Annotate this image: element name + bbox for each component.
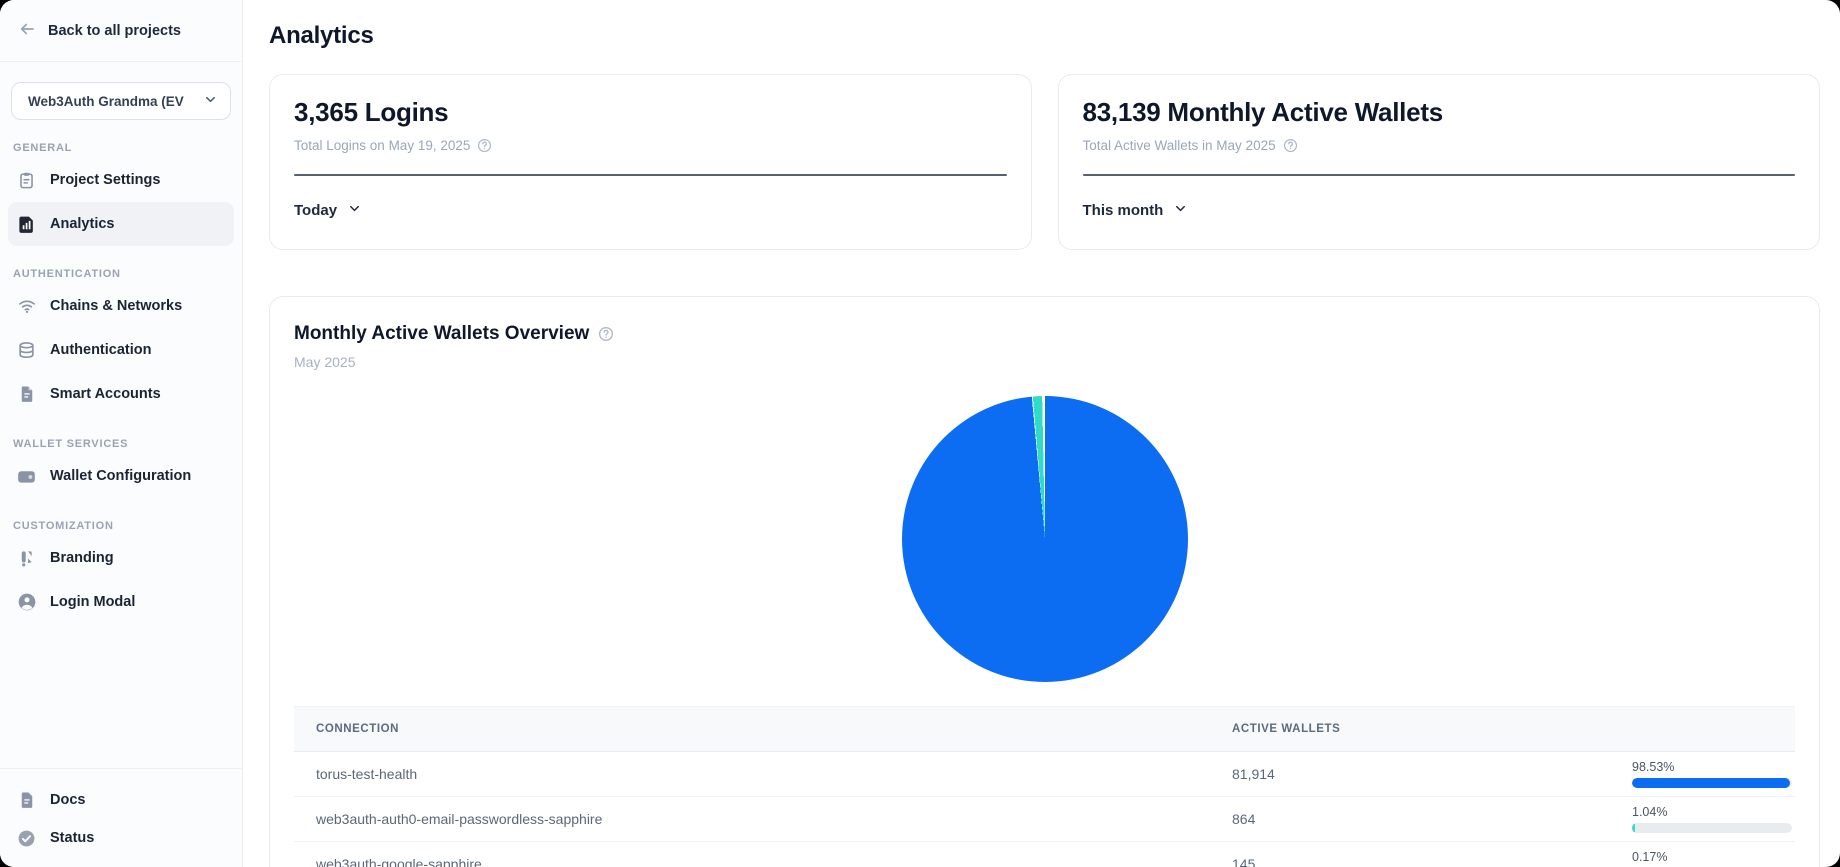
percent-cell: 0.17% — [1610, 850, 1795, 867]
table-row[interactable]: web3auth-google-sapphire 145 0.17% — [294, 842, 1795, 867]
logins-range-value: Today — [294, 202, 337, 219]
logins-stat-subtitle: Total Logins on May 19, 2025 — [294, 138, 470, 153]
sidebar-item-label: Project Settings — [50, 172, 160, 188]
sidebar-item-wallet-configuration[interactable]: Wallet Configuration — [8, 454, 234, 498]
app-window: Back to all projects Web3Auth Grandma (E… — [0, 0, 1840, 867]
overview-card: Monthly Active Wallets Overview May 2025… — [269, 296, 1820, 867]
active-wallets-pie-chart[interactable] — [902, 396, 1188, 682]
table-row[interactable]: web3auth-auth0-email-passwordless-sapphi… — [294, 797, 1795, 842]
project-selector[interactable]: Web3Auth Grandma (EV — [11, 82, 231, 120]
check-circle-icon — [16, 828, 37, 849]
help-icon[interactable] — [477, 138, 492, 153]
logins-range-dropdown[interactable]: Today — [294, 201, 1007, 220]
percent-cell: 1.04% — [1610, 805, 1795, 833]
progress-bar — [1632, 823, 1792, 833]
percent-cell: 98.53% — [1610, 760, 1795, 788]
wallets-cell: 81,914 — [1210, 766, 1610, 782]
column-header-active-wallets: ACTIVE WALLETS — [1210, 723, 1610, 735]
user-circle-icon — [16, 592, 37, 613]
section-label-general: GENERAL — [0, 142, 242, 154]
active-wallets-range-dropdown[interactable]: This month — [1083, 201, 1796, 220]
help-icon[interactable] — [1283, 138, 1298, 153]
progress-bar — [1632, 778, 1792, 788]
sidebar-item-label: Branding — [50, 550, 114, 566]
sidebar-item-smart-accounts[interactable]: Smart Accounts — [8, 372, 234, 416]
active-wallets-range-value: This month — [1083, 202, 1164, 219]
sidebar-item-branding[interactable]: Branding — [8, 536, 234, 580]
sidebar-item-authentication[interactable]: Authentication — [8, 328, 234, 372]
sidebar-item-label: Docs — [50, 792, 85, 808]
database-icon — [16, 340, 37, 361]
overview-subtitle: May 2025 — [294, 354, 1795, 370]
column-header-connection: CONNECTION — [294, 723, 1210, 735]
logins-stat-value: 3,365 Logins — [294, 97, 1007, 128]
arrow-left-icon — [18, 20, 36, 42]
overview-title: Monthly Active Wallets Overview — [294, 323, 589, 345]
table-row[interactable]: torus-test-health 81,914 98.53% — [294, 752, 1795, 797]
section-label-authentication: AUTHENTICATION — [0, 268, 242, 280]
connections-table: CONNECTION ACTIVE WALLETS torus-test-hea… — [294, 706, 1795, 867]
sparkline-baseline — [1083, 174, 1796, 176]
active-wallets-stat-value: 83,139 Monthly Active Wallets — [1083, 97, 1796, 128]
chevron-down-icon — [203, 92, 218, 110]
project-selector-value: Web3Auth Grandma (EV — [28, 94, 184, 109]
sidebar-item-label: Login Modal — [50, 594, 135, 610]
back-to-projects-link[interactable]: Back to all projects — [0, 0, 242, 62]
bar-chart-icon — [16, 214, 37, 235]
chevron-down-icon — [347, 201, 362, 220]
percent-label: 98.53% — [1632, 760, 1785, 774]
active-wallets-stat-card: 83,139 Monthly Active Wallets Total Acti… — [1058, 74, 1821, 250]
help-icon[interactable] — [598, 326, 614, 342]
page-title: Analytics — [269, 22, 1820, 50]
main-content: Analytics 3,365 Logins Total Logins on M… — [243, 0, 1840, 867]
logins-stat-card: 3,365 Logins Total Logins on May 19, 202… — [269, 74, 1032, 250]
clipboard-icon — [16, 170, 37, 191]
stats-row: 3,365 Logins Total Logins on May 19, 202… — [269, 74, 1820, 250]
sidebar-item-status[interactable]: Status — [8, 819, 234, 857]
sparkline-baseline — [294, 174, 1007, 176]
section-label-customization: CUSTOMIZATION — [0, 520, 242, 532]
sidebar-item-login-modal[interactable]: Login Modal — [8, 580, 234, 624]
connection-cell: torus-test-health — [294, 766, 1210, 782]
brush-icon — [16, 548, 37, 569]
wallet-icon — [16, 466, 37, 487]
percent-label: 1.04% — [1632, 805, 1785, 819]
active-wallets-stat-subtitle: Total Active Wallets in May 2025 — [1083, 138, 1276, 153]
sidebar-footer: Docs Status — [0, 768, 242, 867]
connection-cell: web3auth-google-sapphire — [294, 856, 1210, 867]
sidebar: Back to all projects Web3Auth Grandma (E… — [0, 0, 243, 867]
chevron-down-icon — [1173, 201, 1188, 220]
connection-cell: web3auth-auth0-email-passwordless-sapphi… — [294, 811, 1210, 827]
table-header-row: CONNECTION ACTIVE WALLETS — [294, 706, 1795, 752]
sidebar-item-label: Wallet Configuration — [50, 468, 191, 484]
docs-file-icon — [16, 790, 37, 811]
wallets-cell: 864 — [1210, 811, 1610, 827]
sidebar-item-label: Smart Accounts — [50, 386, 161, 402]
file-icon — [16, 384, 37, 405]
sidebar-item-label: Analytics — [50, 216, 114, 232]
sidebar-item-label: Chains & Networks — [50, 298, 182, 314]
sidebar-item-chains-networks[interactable]: Chains & Networks — [8, 284, 234, 328]
sidebar-item-label: Authentication — [50, 342, 152, 358]
sidebar-item-project-settings[interactable]: Project Settings — [8, 158, 234, 202]
back-label: Back to all projects — [48, 23, 181, 39]
percent-label: 0.17% — [1632, 850, 1785, 864]
sidebar-item-analytics[interactable]: Analytics — [8, 202, 234, 246]
wallets-cell: 145 — [1210, 856, 1610, 867]
wifi-icon — [16, 296, 37, 317]
sidebar-item-label: Status — [50, 830, 94, 846]
sidebar-item-docs[interactable]: Docs — [8, 781, 234, 819]
section-label-wallet-services: WALLET SERVICES — [0, 438, 242, 450]
